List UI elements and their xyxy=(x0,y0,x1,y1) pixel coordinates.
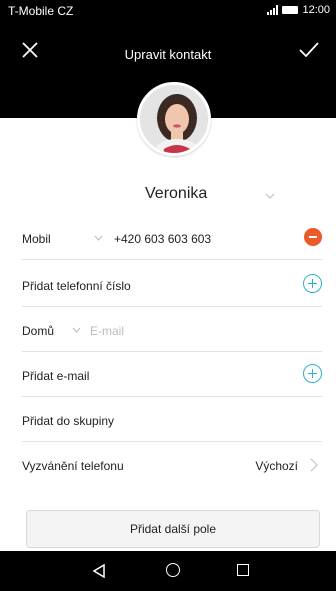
page-title: Upravit kontakt xyxy=(124,47,212,62)
mobile-row: Mobil +420 603 603 603 xyxy=(22,220,322,260)
add-group-row[interactable]: Přidat do skupiny xyxy=(22,402,322,442)
battery-icon xyxy=(282,6,299,14)
email-input[interactable]: E-mail xyxy=(90,324,124,338)
add-email-label[interactable]: Přidat e-mail xyxy=(22,369,89,383)
add-group-label[interactable]: Přidat do skupiny xyxy=(22,414,114,428)
add-icon[interactable] xyxy=(303,364,322,383)
carrier-name: T-Mobile CZ xyxy=(8,4,74,18)
clock: 12:00 xyxy=(302,4,330,16)
email-type-label[interactable]: Domů xyxy=(22,324,54,338)
chevron-down-icon[interactable] xyxy=(94,235,103,241)
email-row: Domů E-mail xyxy=(22,312,322,352)
phone-number-input[interactable]: +420 603 603 603 xyxy=(114,232,211,246)
chevron-down-icon[interactable] xyxy=(265,193,275,199)
back-icon[interactable] xyxy=(92,564,106,578)
recent-apps-icon[interactable] xyxy=(237,564,249,576)
chevron-right-icon xyxy=(310,458,318,472)
add-more-fields-button[interactable]: Přidat další pole xyxy=(26,510,320,548)
status-bar: T-Mobile CZ 12:00 xyxy=(0,0,336,22)
contact-avatar[interactable] xyxy=(137,82,211,156)
status-indicators: 12:00 xyxy=(267,4,330,16)
chevron-down-icon[interactable] xyxy=(72,327,81,333)
home-icon[interactable] xyxy=(166,563,180,577)
ringtone-label: Vyzvánění telefonu xyxy=(22,459,124,473)
contact-name[interactable]: Veronika xyxy=(145,185,207,203)
phone-type-label[interactable]: Mobil xyxy=(22,232,51,246)
add-phone-row[interactable]: Přidat telefonní číslo xyxy=(22,267,322,307)
navigation-bar xyxy=(0,551,336,591)
add-phone-label[interactable]: Přidat telefonní číslo xyxy=(22,279,131,293)
checkmark-icon[interactable] xyxy=(298,40,320,60)
remove-icon[interactable] xyxy=(304,228,322,246)
signal-icon xyxy=(267,5,279,15)
name-field[interactable]: Veronika xyxy=(80,185,280,211)
add-email-row[interactable]: Přidat e-mail xyxy=(22,357,322,397)
ringtone-value: Výchozí xyxy=(255,459,298,473)
ringtone-row[interactable]: Vyzvánění telefonu Výchozí xyxy=(22,447,322,487)
add-icon[interactable] xyxy=(303,274,322,293)
